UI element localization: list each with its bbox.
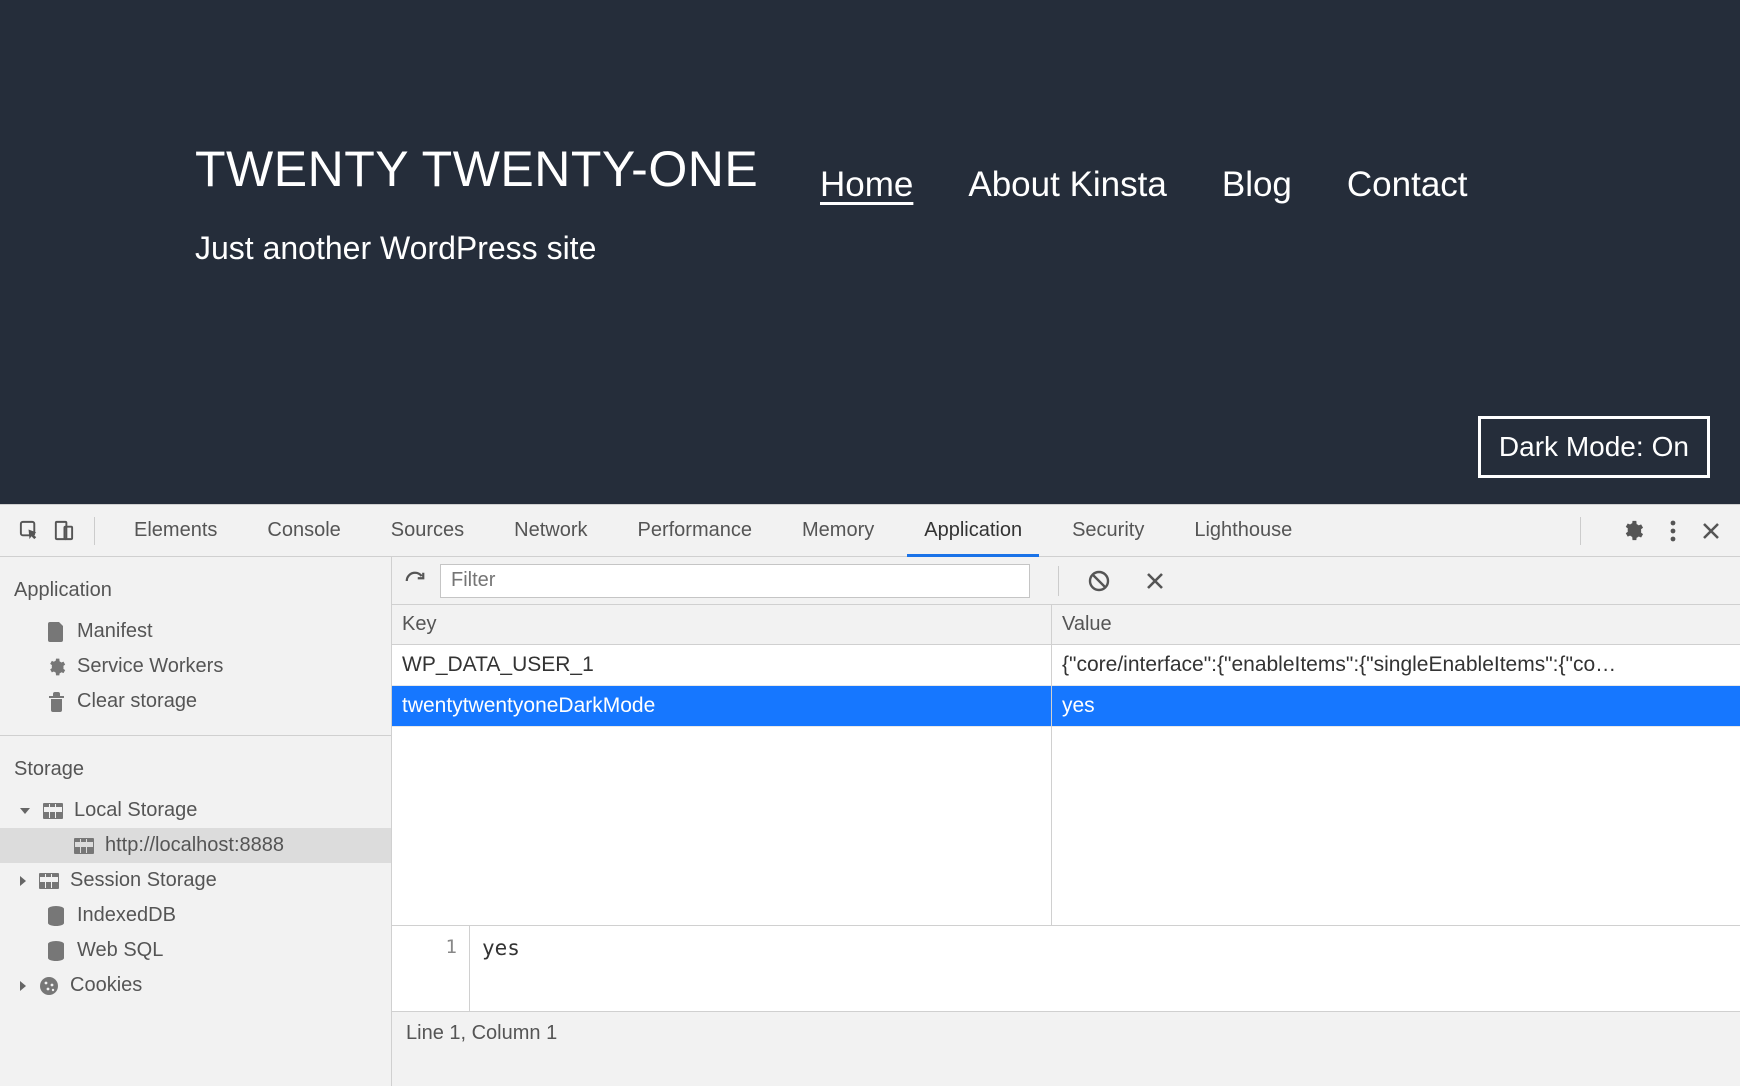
dark-mode-toggle[interactable]: Dark Mode: On bbox=[1478, 416, 1710, 478]
application-content: Key Value WP_DATA_USER_1 {"core/interfac… bbox=[392, 557, 1740, 1086]
kebab-icon[interactable] bbox=[1670, 520, 1676, 542]
tab-elements[interactable]: Elements bbox=[109, 505, 242, 556]
device-toggle-icon[interactable] bbox=[46, 519, 80, 542]
value-editor: 1 yes bbox=[392, 925, 1740, 1011]
sidebar-item-local-storage[interactable]: Local Storage bbox=[0, 793, 391, 828]
clear-icon[interactable] bbox=[1087, 569, 1111, 593]
tab-network[interactable]: Network bbox=[489, 505, 612, 556]
nav-home[interactable]: Home bbox=[820, 165, 913, 205]
sidebar-item-indexeddb[interactable]: IndexedDB bbox=[0, 898, 391, 933]
close-icon[interactable] bbox=[1702, 522, 1720, 540]
dark-mode-state: On bbox=[1652, 431, 1689, 463]
sidebar-label: Cookies bbox=[70, 974, 142, 997]
col-value[interactable]: Value bbox=[1052, 605, 1740, 644]
divider bbox=[94, 517, 95, 545]
table-icon bbox=[74, 836, 94, 856]
cell-value: yes bbox=[1052, 686, 1740, 726]
table-header: Key Value bbox=[392, 605, 1740, 645]
column-divider[interactable] bbox=[1051, 645, 1052, 925]
cell-value: {"core/interface":{"enableItems":{"singl… bbox=[1052, 645, 1740, 685]
cookie-icon bbox=[39, 976, 59, 996]
sidebar-label: Clear storage bbox=[77, 690, 197, 713]
chevron-right-icon bbox=[20, 876, 26, 886]
sidebar-item-localhost[interactable]: http://localhost:8888 bbox=[0, 828, 391, 863]
storage-toolbar bbox=[392, 557, 1740, 605]
sidebar-label: IndexedDB bbox=[77, 904, 176, 927]
cell-key: WP_DATA_USER_1 bbox=[392, 645, 1052, 685]
sidebar-label: Local Storage bbox=[74, 799, 197, 822]
tab-security[interactable]: Security bbox=[1047, 505, 1169, 556]
tab-sources[interactable]: Sources bbox=[366, 505, 489, 556]
storage-table: Key Value WP_DATA_USER_1 {"core/interfac… bbox=[392, 605, 1740, 925]
col-key[interactable]: Key bbox=[392, 605, 1052, 644]
devtools-panel: Elements Console Sources Network Perform… bbox=[0, 504, 1740, 1086]
table-icon bbox=[39, 871, 59, 891]
gear-icon bbox=[46, 657, 66, 677]
tab-application[interactable]: Application bbox=[899, 505, 1047, 556]
sidebar-item-service-workers[interactable]: Service Workers bbox=[0, 649, 391, 684]
nav-contact[interactable]: Contact bbox=[1347, 165, 1468, 205]
database-icon bbox=[46, 906, 66, 926]
sidebar-label: Service Workers bbox=[77, 655, 223, 678]
line-gutter: 1 bbox=[392, 926, 470, 1011]
tab-performance[interactable]: Performance bbox=[613, 505, 778, 556]
sidebar-label: http://localhost:8888 bbox=[105, 834, 284, 857]
site-tagline: Just another WordPress site bbox=[195, 230, 1740, 267]
devtools-body: Application Manifest Service Workers Cle… bbox=[0, 557, 1740, 1086]
chevron-right-icon bbox=[20, 981, 26, 991]
primary-nav: Home About Kinsta Blog Contact bbox=[820, 165, 1468, 205]
dark-mode-label: Dark Mode: bbox=[1499, 431, 1644, 463]
divider bbox=[1058, 566, 1059, 596]
sidebar-item-clear-storage[interactable]: Clear storage bbox=[0, 684, 391, 719]
sidebar-item-websql[interactable]: Web SQL bbox=[0, 933, 391, 968]
sidebar-label: Session Storage bbox=[70, 869, 217, 892]
tab-lighthouse[interactable]: Lighthouse bbox=[1169, 505, 1317, 556]
gear-icon[interactable] bbox=[1621, 519, 1644, 542]
divider bbox=[1580, 517, 1581, 545]
status-bar: Line 1, Column 1 bbox=[392, 1011, 1740, 1053]
table-body: WP_DATA_USER_1 {"core/interface":{"enabl… bbox=[392, 645, 1740, 925]
devtools-right-icons bbox=[1566, 517, 1740, 545]
file-icon bbox=[46, 622, 66, 642]
nav-about[interactable]: About Kinsta bbox=[968, 165, 1166, 205]
table-row[interactable]: twentytwentyoneDarkMode yes bbox=[392, 686, 1740, 727]
filter-input[interactable] bbox=[440, 564, 1030, 598]
chevron-down-icon bbox=[20, 808, 30, 814]
tab-memory[interactable]: Memory bbox=[777, 505, 899, 556]
tab-console[interactable]: Console bbox=[242, 505, 365, 556]
application-sidebar: Application Manifest Service Workers Cle… bbox=[0, 557, 392, 1086]
editor-content[interactable]: yes bbox=[470, 926, 1740, 1011]
devtools-tabstrip: Elements Console Sources Network Perform… bbox=[0, 505, 1740, 557]
sidebar-label: Web SQL bbox=[77, 939, 163, 962]
table-icon bbox=[43, 801, 63, 821]
nav-blog[interactable]: Blog bbox=[1222, 165, 1292, 205]
delete-icon[interactable] bbox=[1145, 571, 1165, 591]
cell-key: twentytwentyoneDarkMode bbox=[392, 686, 1052, 726]
database-icon bbox=[46, 941, 66, 961]
sidebar-item-session-storage[interactable]: Session Storage bbox=[0, 863, 391, 898]
refresh-icon[interactable] bbox=[404, 570, 426, 592]
section-storage: Storage bbox=[0, 736, 391, 793]
sidebar-item-cookies[interactable]: Cookies bbox=[0, 968, 391, 1003]
page-preview: TWENTY TWENTY-ONE Just another WordPress… bbox=[0, 0, 1740, 504]
inspect-icon[interactable] bbox=[12, 519, 46, 542]
sidebar-label: Manifest bbox=[77, 620, 153, 643]
sidebar-item-manifest[interactable]: Manifest bbox=[0, 614, 391, 649]
section-application: Application bbox=[0, 557, 391, 614]
table-row[interactable]: WP_DATA_USER_1 {"core/interface":{"enabl… bbox=[392, 645, 1740, 686]
trash-icon bbox=[46, 692, 66, 712]
